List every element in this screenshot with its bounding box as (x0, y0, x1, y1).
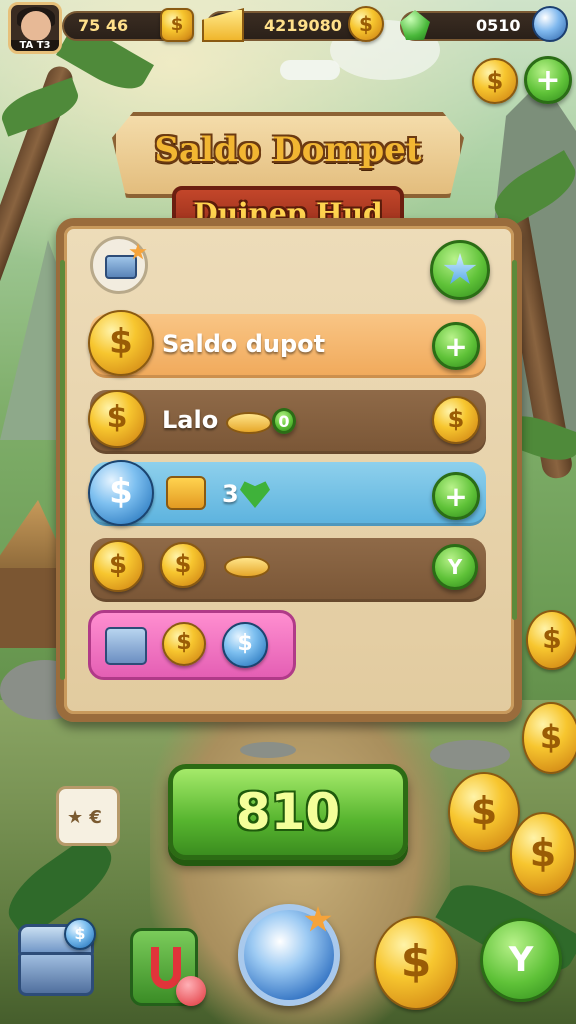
row-label: Lalo (162, 406, 219, 434)
avatar-face (21, 11, 51, 41)
blue-orb-icon[interactable] (532, 6, 568, 42)
add-gems-button[interactable]: + (432, 472, 480, 520)
confirm-button[interactable]: Y (480, 918, 562, 1002)
gold-coin-button[interactable]: $ (432, 396, 480, 444)
lalo-count-badge: 0 (272, 408, 296, 434)
chest-base (18, 952, 94, 996)
blue-coin-badge: $ (64, 918, 96, 950)
gold-coin-icon: $ (162, 622, 206, 666)
gold-coin-icon: $ (92, 540, 144, 592)
blue-coin-icon: $ (222, 622, 268, 668)
blue-star-icon (443, 253, 477, 284)
blue-coin-icon: $ (88, 460, 154, 526)
gold-coin-icon: $ (160, 542, 206, 588)
rock (240, 742, 296, 758)
blue-orb-icon[interactable] (238, 904, 340, 1006)
vine (512, 260, 517, 620)
gold-coin-icon: $ (348, 6, 384, 42)
ticket-label: ★ € (67, 807, 102, 828)
gold-amount: 4219080 (264, 16, 342, 35)
star-reward-button[interactable] (430, 240, 490, 300)
coin-stack-icon (224, 556, 270, 578)
stat-value: 75 46 (78, 16, 129, 35)
claim-button[interactable]: 810 (168, 764, 408, 860)
gold-coin-icon: $ (448, 772, 520, 852)
ticket-icon[interactable]: ★ € (56, 786, 120, 846)
balance-row-coins[interactable] (90, 538, 486, 602)
vine (60, 260, 65, 680)
claim-amount: 810 (235, 783, 341, 841)
gold-coin-icon: $ (522, 702, 576, 774)
rock (430, 740, 510, 770)
avatar-tag: TA T3 (11, 40, 59, 51)
top-hud: TA T3 75 46 $ 4219080 $ 0510 (0, 0, 576, 54)
page-title: Saldo Dompet (154, 130, 422, 170)
add-currency-button[interactable]: + (524, 56, 572, 104)
chest-icon (105, 627, 147, 665)
gold-coin-icon: $ (88, 390, 146, 448)
gold-coin-button[interactable]: $ (374, 916, 458, 1010)
cloud (280, 60, 340, 80)
player-avatar[interactable]: TA T3 (8, 2, 62, 54)
gold-coin-icon: $ (88, 310, 154, 376)
gold-coin-icon: $ (510, 812, 576, 896)
chest-icon (166, 476, 206, 510)
add-deposit-button[interactable]: + (432, 322, 480, 370)
gold-bar-icon: $ (160, 8, 194, 42)
gold-coin-icon: $ (526, 610, 576, 670)
chest-icon[interactable] (90, 236, 148, 294)
gem-count: 3 (222, 480, 239, 508)
row-label: Saldo dupot (162, 330, 326, 358)
gem-amount: 0510 (476, 16, 521, 35)
coin-stack-icon (226, 412, 272, 434)
chest-box (105, 255, 137, 279)
coin-shop-button[interactable]: $ (472, 58, 518, 104)
red-gem-icon (176, 976, 206, 1006)
confirm-coins-button[interactable]: Y (432, 544, 478, 590)
magnet-icon (151, 947, 181, 989)
